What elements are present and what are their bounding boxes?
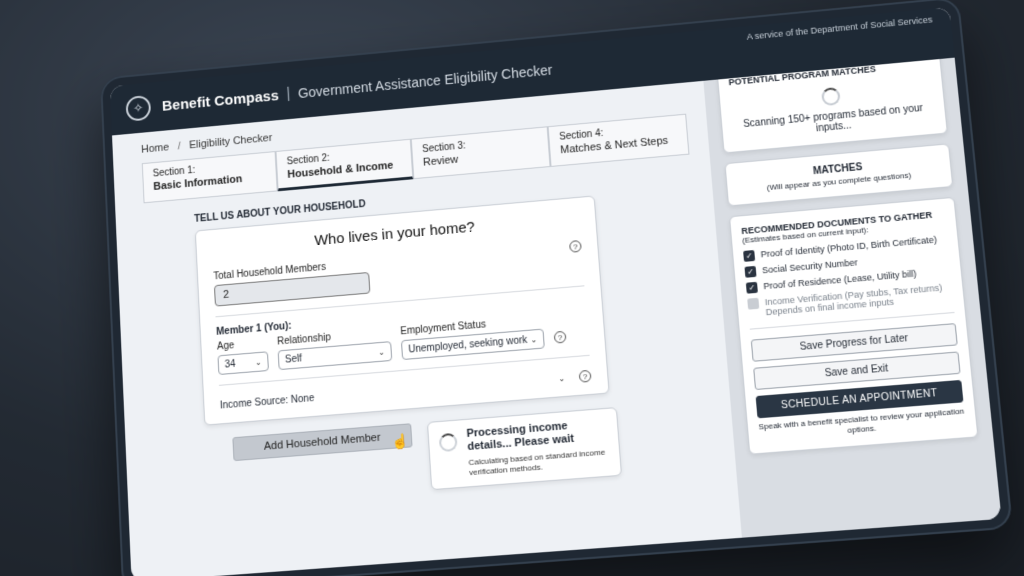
stage: ✧ Benefit Compass | Government Assistanc…: [0, 0, 1024, 576]
chevron-down-icon: ⌄: [530, 334, 538, 345]
agency-text: A service of the Department of Social Se…: [746, 14, 933, 42]
age-label: Age: [216, 340, 235, 353]
checkbox-checked-icon[interactable]: ✓: [743, 250, 756, 262]
chevron-down-icon: ⌄: [377, 347, 386, 357]
income-source-label: Income Source:: [219, 394, 289, 411]
loading-spinner-icon: [821, 86, 841, 107]
help-icon[interactable]: ?: [553, 330, 567, 344]
step-review[interactable]: Section 3: Review: [410, 126, 551, 180]
chevron-down-icon: ⌄: [254, 357, 262, 367]
processing-card: Processing income details... Please wait…: [426, 407, 623, 491]
brand-name[interactable]: Benefit Compass: [162, 87, 280, 114]
step-label: Review: [422, 153, 459, 169]
compass-icon: ✧: [125, 94, 152, 122]
help-icon[interactable]: ?: [569, 239, 582, 253]
app-screen: ✧ Benefit Compass | Government Assistanc…: [109, 7, 1002, 576]
step-household-income[interactable]: Section 2: Household & Income: [275, 138, 414, 192]
app-subtitle: Government Assistance Eligibility Checke…: [297, 61, 553, 102]
breadcrumb-current: Eligibility Checker: [188, 132, 273, 152]
employment-value: Unemployed, seeking work: [408, 334, 528, 356]
checkbox-checked-icon[interactable]: ✓: [744, 265, 757, 278]
main-content: Home / Eligibility Checker Section 1: Ba…: [112, 80, 752, 576]
household-card: Who lives in your home? Total Household …: [194, 195, 610, 426]
income-source-value: None: [290, 392, 315, 406]
tablet-device: ✧ Benefit Compass | Government Assistanc…: [100, 0, 1014, 576]
hand-cursor-icon: ☝: [391, 432, 410, 450]
age-value: 34: [224, 358, 236, 371]
checkbox-unchecked-icon: [747, 297, 760, 310]
income-source-row[interactable]: Income Source: None ⌄ ?: [219, 366, 592, 412]
chevron-down-icon[interactable]: ⌄: [558, 373, 565, 383]
scanning-text: Scanning 150+ programs based on your inp…: [742, 103, 924, 135]
add-household-member-label: Add Household Member: [263, 431, 381, 453]
sidebar: A service of the Department of Social Se…: [699, 7, 1002, 538]
add-household-member-button[interactable]: Add Household Member ☝: [232, 423, 413, 462]
help-icon[interactable]: ?: [578, 369, 592, 383]
header-separator: |: [285, 85, 291, 103]
step-number: Section 3:: [421, 140, 466, 156]
documents-card: RECOMMENDED DOCUMENTS TO GATHER (Estimat…: [728, 196, 979, 455]
document-label: Social Security Number: [761, 257, 859, 276]
breadcrumb-home[interactable]: Home: [141, 142, 169, 156]
relationship-value: Self: [284, 352, 303, 366]
spinner-icon: [438, 432, 458, 453]
matches-card: MATCHES (Will appear as you complete que…: [724, 143, 954, 207]
breadcrumb-separator: /: [177, 140, 181, 153]
age-select[interactable]: 34 ⌄: [217, 351, 269, 376]
checkbox-checked-icon[interactable]: ✓: [745, 281, 758, 294]
step-basic-information[interactable]: Section 1: Basic Information: [141, 151, 278, 204]
step-matches-next-steps[interactable]: Section 4: Matches & Next Steps: [547, 113, 690, 167]
